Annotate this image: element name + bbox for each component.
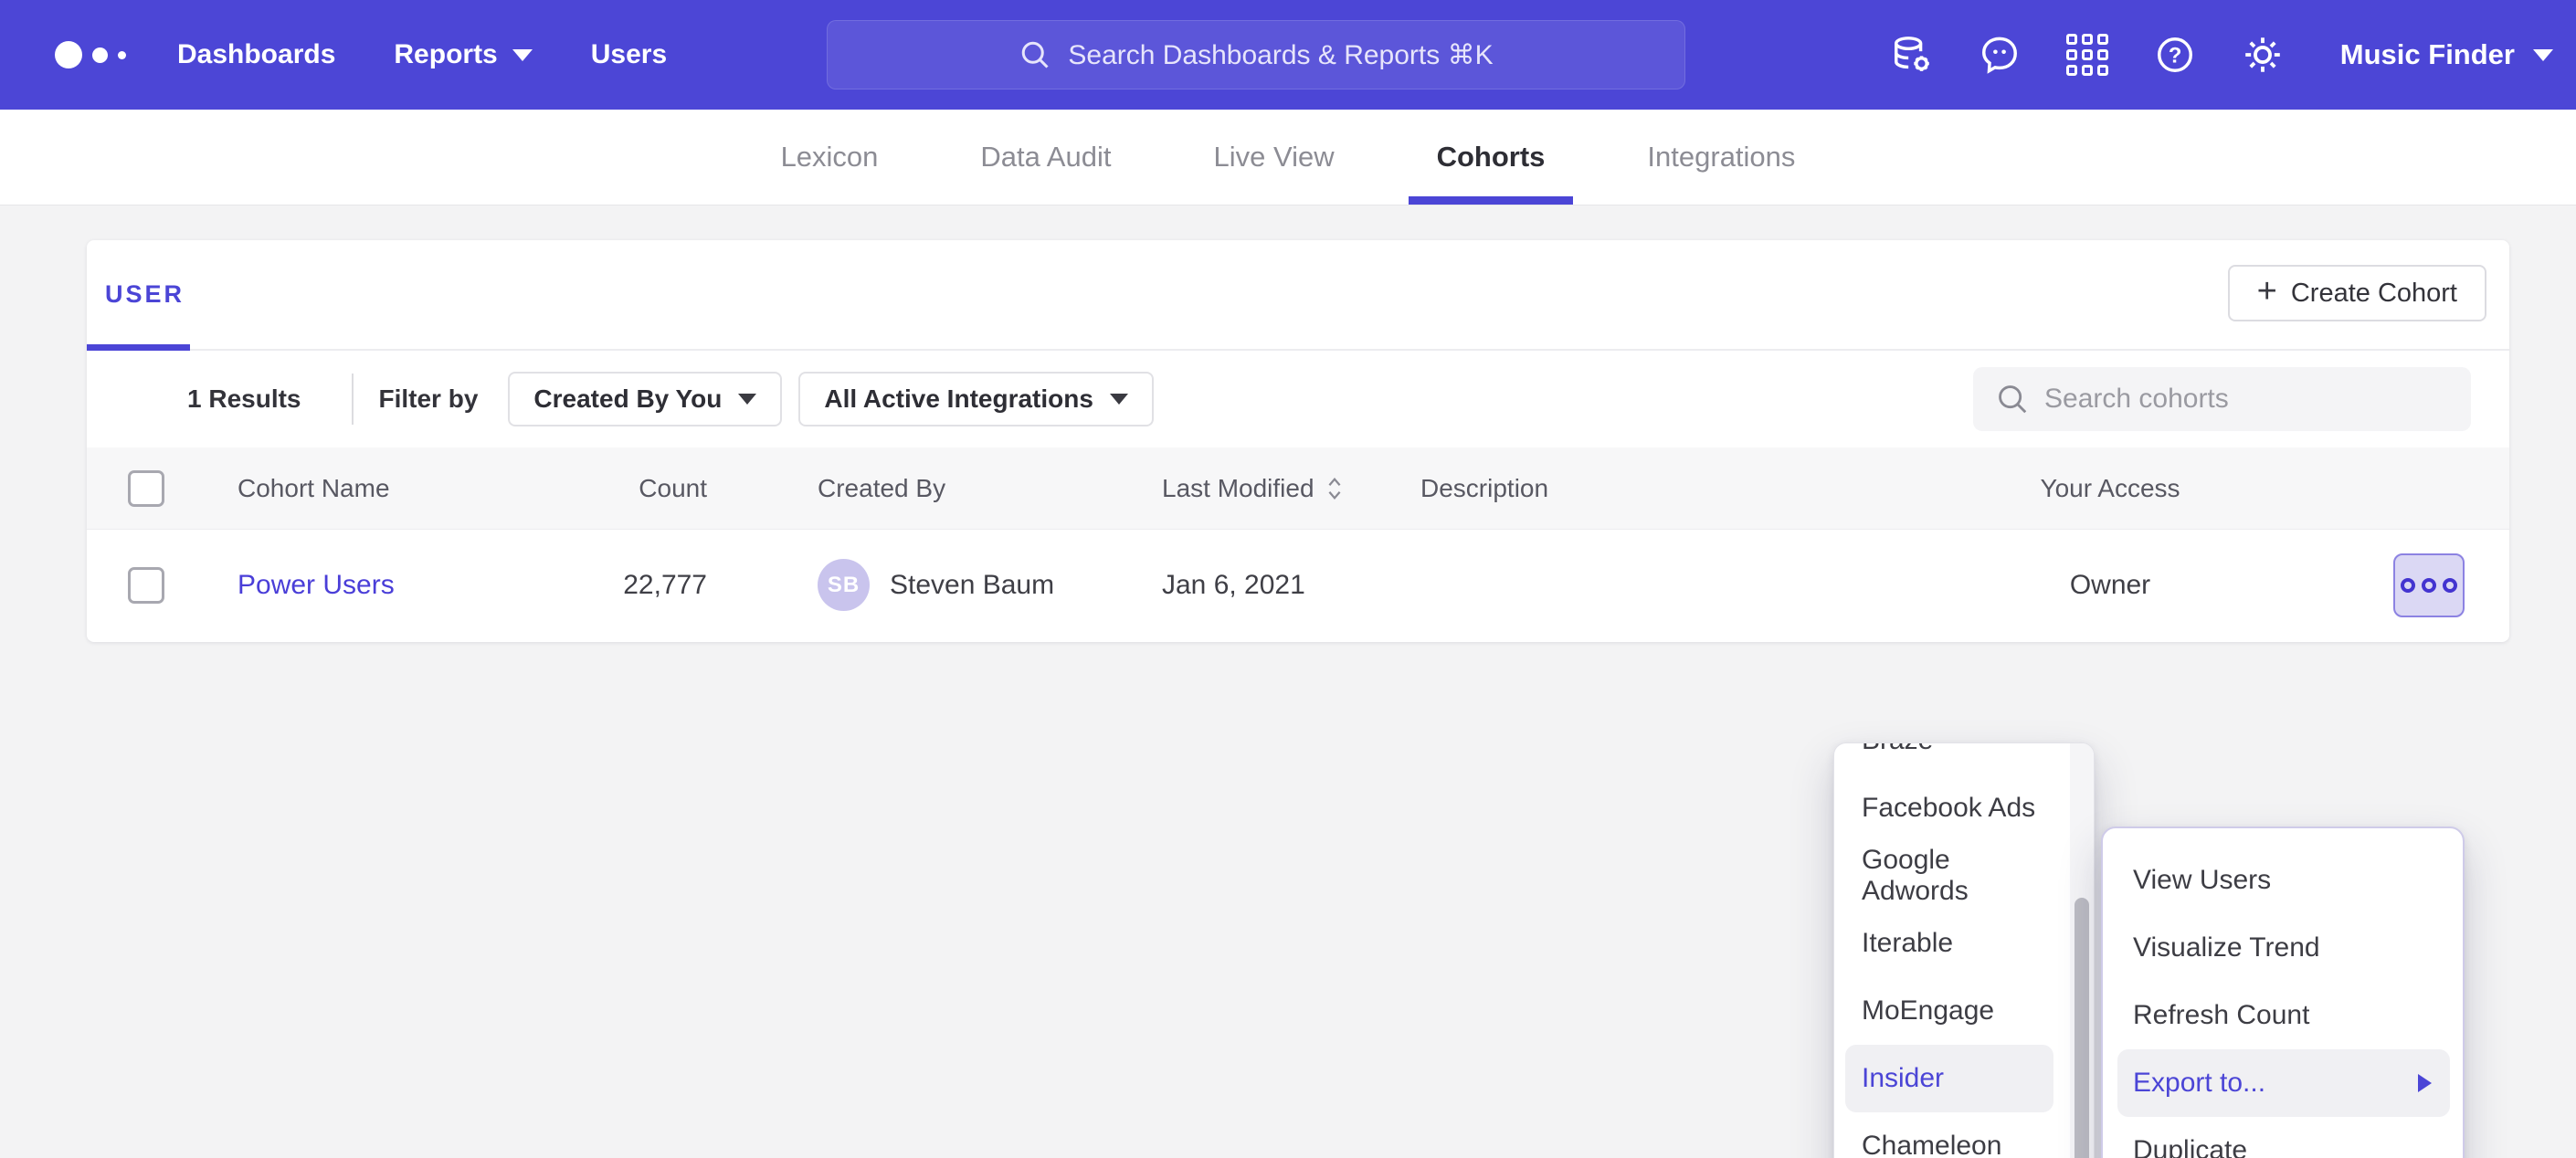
col-description[interactable]: Description bbox=[1420, 474, 1932, 503]
tab-cohorts[interactable]: Cohorts bbox=[1437, 110, 1546, 205]
export-targets-submenu: Braze Facebook Ads Google Adwords Iterab… bbox=[1833, 742, 2095, 1158]
filter-toolbar: 1 Results Filter by Created By You All A… bbox=[87, 351, 2509, 447]
tab-data-audit[interactable]: Data Audit bbox=[980, 110, 1111, 205]
results-count: 1 Results bbox=[187, 384, 301, 414]
tab-user-cohorts[interactable]: USER bbox=[105, 280, 185, 309]
table-header: Cohort Name Count Created By Last Modifi… bbox=[87, 447, 2509, 530]
col-count[interactable]: Count bbox=[585, 474, 707, 503]
menu-item-braze[interactable]: Braze bbox=[1834, 742, 2094, 774]
svg-text:?: ? bbox=[2168, 43, 2181, 68]
select-all-checkbox[interactable] bbox=[128, 470, 164, 507]
top-nav: Dashboards Reports Users Search Dashboar… bbox=[0, 0, 2576, 110]
row-actions-button[interactable] bbox=[2393, 553, 2465, 617]
col-created-by[interactable]: Created By bbox=[818, 474, 1119, 503]
card-header: USER + Create Cohort bbox=[87, 240, 2509, 351]
filter-created-by-dropdown[interactable]: Created By You bbox=[508, 372, 782, 426]
last-modified-value: Jan 6, 2021 bbox=[1162, 570, 1420, 601]
nav-left: Dashboards Reports Users bbox=[0, 39, 725, 70]
menu-item-google-adwords[interactable]: Google Adwords bbox=[1834, 842, 2094, 910]
creator-name: Steven Baum bbox=[890, 570, 1054, 601]
help-icon[interactable]: ? bbox=[2154, 34, 2196, 76]
menu-item-facebook-ads[interactable]: Facebook Ads bbox=[1834, 774, 2094, 842]
settings-gear-icon[interactable] bbox=[2242, 34, 2284, 76]
menu-item-visualize-trend[interactable]: Visualize Trend bbox=[2103, 914, 2463, 982]
nav-item-dashboards[interactable]: Dashboards bbox=[177, 39, 335, 70]
plus-icon: + bbox=[2257, 274, 2277, 309]
col-your-access[interactable]: Your Access bbox=[1932, 474, 2288, 503]
chevron-down-icon bbox=[512, 49, 533, 61]
avatar: SB bbox=[818, 559, 870, 611]
row-actions-menu: View Users Visualize Trend Refresh Count… bbox=[2101, 826, 2465, 1158]
menu-item-moengage[interactable]: MoEngage bbox=[1834, 977, 2094, 1045]
chevron-down-icon bbox=[1110, 394, 1128, 405]
access-value: Owner bbox=[1932, 570, 2288, 601]
data-management-icon[interactable] bbox=[1891, 34, 1933, 76]
table-row: Power Users 22,777 SB Steven Baum Jan 6,… bbox=[87, 530, 2509, 640]
row-checkbox[interactable] bbox=[128, 567, 164, 604]
cohorts-page: USER + Create Cohort 1 Results Filter by… bbox=[0, 205, 2576, 1158]
search-icon bbox=[1995, 382, 2030, 416]
project-selector[interactable]: Music Finder bbox=[2340, 38, 2553, 71]
global-search-bar[interactable]: Search Dashboards & Reports ⌘K bbox=[827, 20, 1685, 89]
chevron-down-icon bbox=[738, 394, 756, 405]
cohorts-card: USER + Create Cohort 1 Results Filter by… bbox=[87, 240, 2509, 642]
menu-item-export-to[interactable]: Export to... bbox=[2117, 1049, 2450, 1117]
menu-item-view-users[interactable]: View Users bbox=[2103, 847, 2463, 914]
menu-item-insider[interactable]: Insider bbox=[1845, 1045, 2053, 1112]
chevron-down-icon bbox=[2533, 49, 2553, 61]
filter-integrations-dropdown[interactable]: All Active Integrations bbox=[798, 372, 1154, 426]
tab-lexicon[interactable]: Lexicon bbox=[781, 110, 879, 205]
col-cohort-name[interactable]: Cohort Name bbox=[238, 474, 585, 503]
menu-item-chameleon[interactable]: Chameleon bbox=[1834, 1112, 2094, 1158]
feedback-chat-icon[interactable] bbox=[1979, 34, 2021, 76]
filter-by-label: Filter by bbox=[379, 384, 479, 414]
create-cohort-button[interactable]: + Create Cohort bbox=[2228, 265, 2486, 321]
toolbar-divider bbox=[352, 374, 354, 425]
cohort-search-field bbox=[1973, 367, 2471, 431]
menu-item-duplicate[interactable]: Duplicate bbox=[2103, 1117, 2463, 1158]
nav-item-users[interactable]: Users bbox=[591, 39, 667, 70]
cohort-name-link[interactable]: Power Users bbox=[238, 570, 585, 601]
tab-integrations[interactable]: Integrations bbox=[1647, 110, 1795, 205]
cohort-count: 22,777 bbox=[585, 570, 707, 601]
tab-live-view[interactable]: Live View bbox=[1213, 110, 1334, 205]
submenu-scrollbar-thumb[interactable] bbox=[2075, 898, 2089, 1158]
apps-grid-icon[interactable] bbox=[2066, 34, 2108, 76]
menu-item-refresh-count[interactable]: Refresh Count bbox=[2103, 982, 2463, 1049]
cohort-search-input[interactable] bbox=[2044, 384, 2471, 415]
nav-item-reports[interactable]: Reports bbox=[394, 39, 532, 70]
nav-right: ? Music Finder bbox=[1891, 0, 2553, 110]
search-icon bbox=[1019, 38, 1051, 71]
global-search-placeholder: Search Dashboards & Reports ⌘K bbox=[1068, 39, 1493, 71]
col-last-modified[interactable]: Last Modified bbox=[1162, 474, 1420, 503]
menu-item-iterable[interactable]: Iterable bbox=[1834, 910, 2094, 977]
sort-icon[interactable] bbox=[1325, 475, 1344, 502]
active-tab-underline bbox=[87, 344, 190, 351]
section-tabbar: Lexicon Data Audit Live View Cohorts Int… bbox=[0, 110, 2576, 205]
mixpanel-logo-icon[interactable] bbox=[55, 41, 126, 68]
submenu-arrow-icon bbox=[2418, 1074, 2432, 1092]
